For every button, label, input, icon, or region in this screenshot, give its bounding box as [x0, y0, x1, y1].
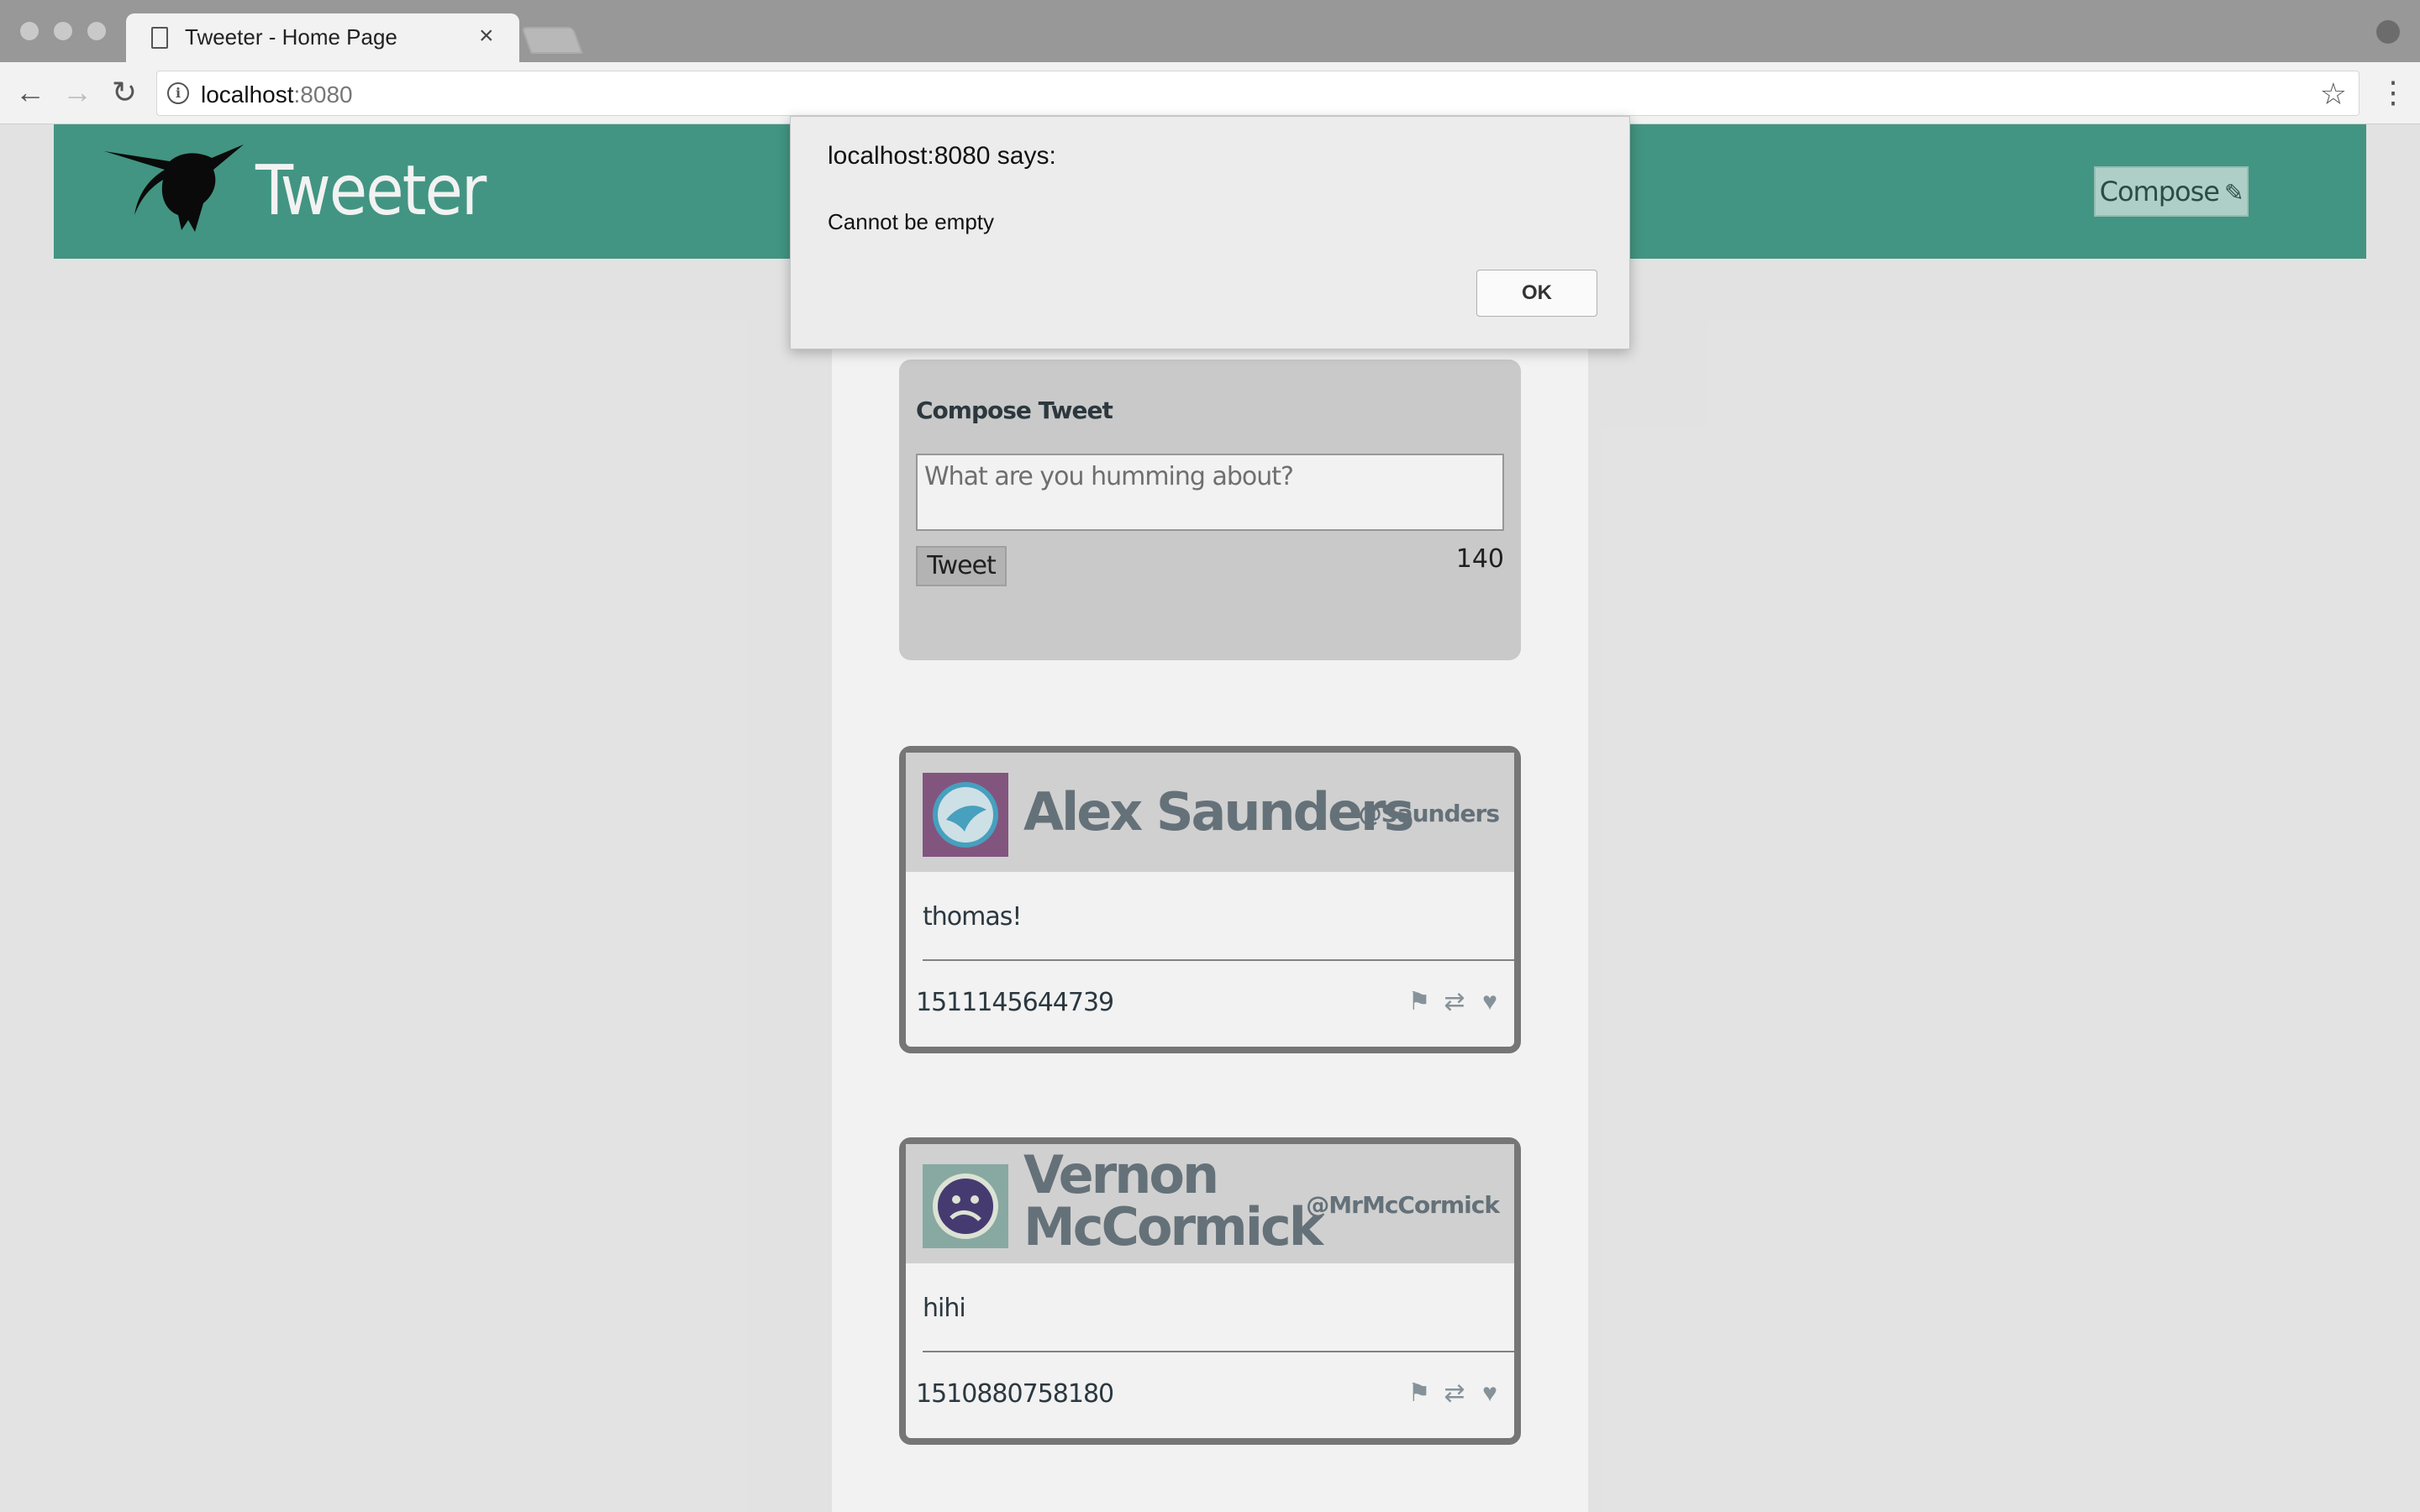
- tab-home-page[interactable]: Tweeter - Home Page ×: [126, 13, 519, 62]
- address-bar[interactable]: i localhost:8080 ☆: [156, 71, 2360, 116]
- bookmark-star-icon[interactable]: ☆: [2320, 76, 2347, 112]
- minimize-window-button[interactable]: [54, 22, 72, 40]
- ok-button[interactable]: OK: [1476, 270, 1597, 317]
- back-icon[interactable]: ←: [12, 74, 49, 111]
- page-icon: [151, 27, 168, 49]
- reload-icon[interactable]: ↻: [106, 74, 143, 111]
- url-port: :8080: [293, 81, 353, 108]
- info-icon[interactable]: i: [167, 82, 189, 104]
- close-window-button[interactable]: [20, 22, 39, 40]
- profile-icon[interactable]: [2376, 20, 2400, 44]
- forward-icon[interactable]: →: [59, 74, 96, 111]
- browser-tab-bar: Tweeter - Home Page ×: [0, 0, 2420, 62]
- browser-toolbar: ← → ↻ i localhost:8080 ☆ ⋮: [0, 62, 2420, 124]
- alert-title: localhost:8080 says:: [828, 142, 1056, 170]
- maximize-window-button[interactable]: [87, 22, 106, 40]
- alert-dialog: localhost:8080 says: Cannot be empty OK: [790, 116, 1630, 349]
- browser-menu-icon[interactable]: ⋮: [2378, 74, 2408, 111]
- new-tab-button[interactable]: [521, 27, 583, 54]
- url-host: localhost: [201, 81, 294, 108]
- alert-message: Cannot be empty: [828, 209, 995, 234]
- tab-close-icon[interactable]: ×: [479, 22, 494, 50]
- tab-title: Tweeter - Home Page: [185, 24, 397, 50]
- url-text[interactable]: localhost:8080: [201, 81, 353, 108]
